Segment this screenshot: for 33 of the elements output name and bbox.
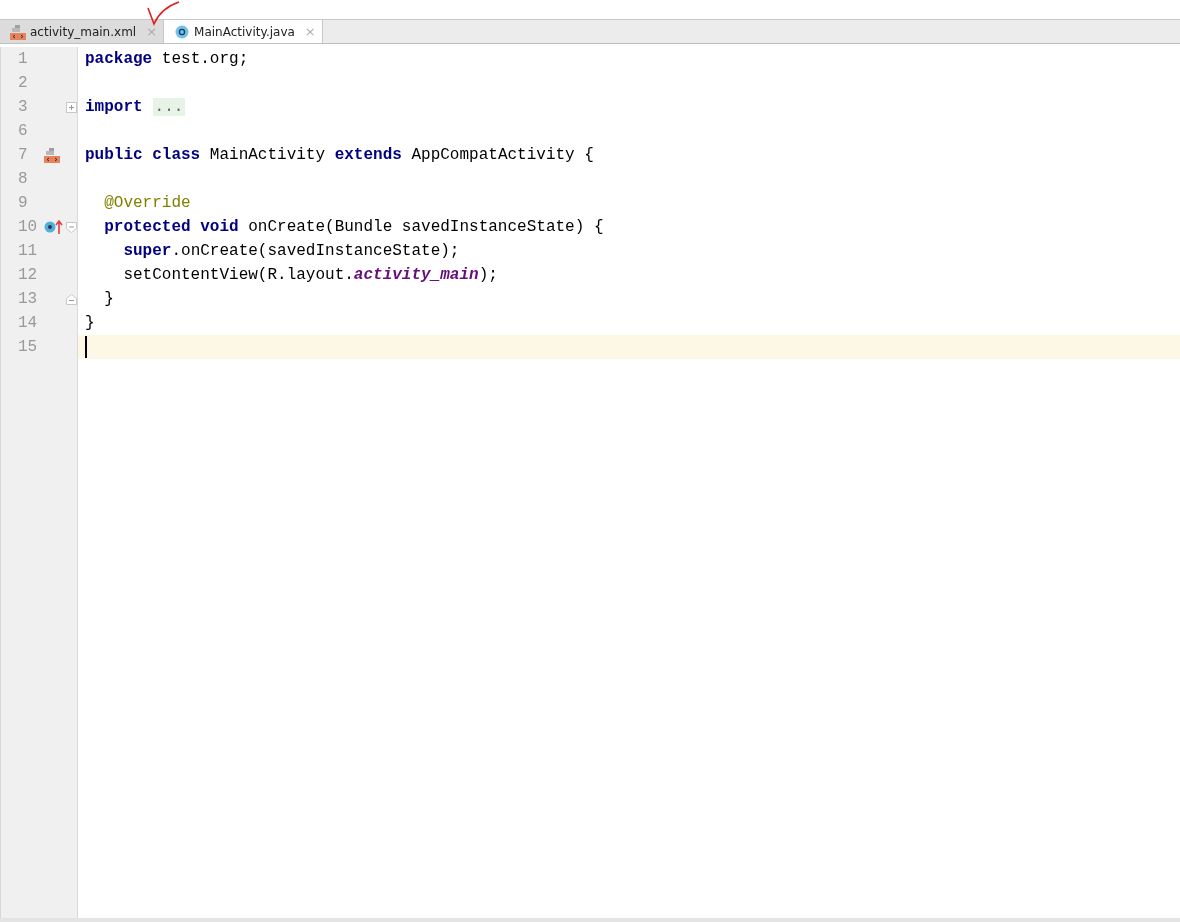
code-line: import ... <box>84 97 186 118</box>
code-line: super.onCreate(savedInstanceState); <box>122 241 460 262</box>
code-line: } <box>103 289 114 310</box>
line-number: 3 <box>17 98 29 116</box>
line-number: 8 <box>17 170 29 188</box>
line-number: 14 <box>17 314 39 332</box>
code-line: protected void onCreate(Bundle savedInstanceState) { <box>103 217 604 238</box>
class-icon <box>174 23 191 40</box>
line-number: 11 <box>17 242 39 260</box>
line-number: 10 <box>17 218 39 236</box>
expand-icon[interactable] <box>66 101 77 113</box>
line-number: 1 <box>17 50 29 68</box>
fold-icon[interactable] <box>66 221 77 233</box>
text-cursor <box>85 335 87 358</box>
editor-tab[interactable]: MainActivity.java × <box>164 20 323 43</box>
code-line: setContentView(R.layout.activity_main); <box>122 265 498 286</box>
code-line: @Override <box>103 193 191 214</box>
code-line: package test.org; <box>84 49 249 70</box>
line-number: 6 <box>17 122 29 140</box>
line-number: 15 <box>17 338 39 356</box>
layout-file-icon[interactable] <box>44 147 61 163</box>
line-number: 12 <box>17 266 39 284</box>
code-line: public class MainActivity extends AppCompatActivity { <box>84 145 594 166</box>
line-number: 2 <box>17 74 29 92</box>
code-line: } <box>84 313 95 334</box>
line-number: 9 <box>17 194 29 212</box>
line-number: 7 <box>17 146 29 164</box>
layout-file-icon <box>10 23 26 40</box>
checkmark-drawing <box>147 1 180 25</box>
editor-tab[interactable]: activity_main.xml × <box>0 20 165 43</box>
override-icon[interactable] <box>43 219 64 235</box>
fold-icon[interactable] <box>66 293 77 305</box>
line-number: 13 <box>17 290 39 308</box>
